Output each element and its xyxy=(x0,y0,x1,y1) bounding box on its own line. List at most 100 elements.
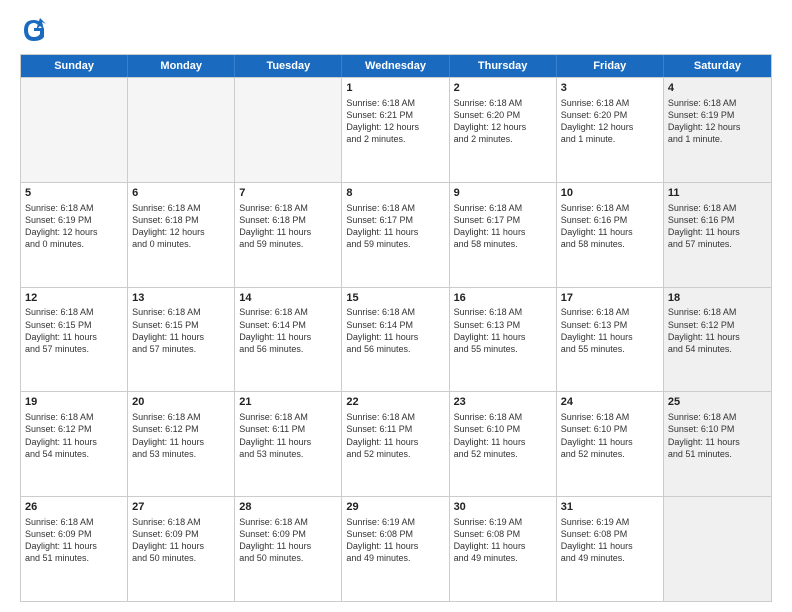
day-info-line: and 1 minute. xyxy=(561,133,659,145)
day-info-line: Daylight: 11 hours xyxy=(454,436,552,448)
day-number: 23 xyxy=(454,395,552,410)
day-info-line: Daylight: 11 hours xyxy=(346,540,444,552)
cal-cell-28: 28Sunrise: 6:18 AMSunset: 6:09 PMDayligh… xyxy=(235,497,342,601)
day-number: 28 xyxy=(239,500,337,515)
cal-header-saturday: Saturday xyxy=(664,55,771,77)
day-info-line: Sunset: 6:09 PM xyxy=(239,528,337,540)
day-number: 24 xyxy=(561,395,659,410)
day-info-line: Sunrise: 6:18 AM xyxy=(668,202,767,214)
day-info-line: Sunset: 6:15 PM xyxy=(132,319,230,331)
day-info-line: Sunset: 6:10 PM xyxy=(668,423,767,435)
day-info-line: Daylight: 11 hours xyxy=(239,540,337,552)
day-number: 27 xyxy=(132,500,230,515)
day-info-line: Sunset: 6:12 PM xyxy=(25,423,123,435)
day-info-line: and 0 minutes. xyxy=(25,238,123,250)
day-info-line: and 55 minutes. xyxy=(454,343,552,355)
day-number: 30 xyxy=(454,500,552,515)
day-info-line: Sunrise: 6:18 AM xyxy=(132,516,230,528)
day-info-line: and 59 minutes. xyxy=(239,238,337,250)
day-info-line: and 57 minutes. xyxy=(668,238,767,250)
day-info-line: Sunset: 6:17 PM xyxy=(346,214,444,226)
day-number: 7 xyxy=(239,186,337,201)
day-info-line: Sunset: 6:20 PM xyxy=(454,109,552,121)
day-info-line: and 58 minutes. xyxy=(561,238,659,250)
day-info-line: Daylight: 11 hours xyxy=(132,436,230,448)
cal-cell-2: 2Sunrise: 6:18 AMSunset: 6:20 PMDaylight… xyxy=(450,78,557,182)
cal-cell-21: 21Sunrise: 6:18 AMSunset: 6:11 PMDayligh… xyxy=(235,392,342,496)
day-info-line: Sunset: 6:18 PM xyxy=(132,214,230,226)
cal-cell-20: 20Sunrise: 6:18 AMSunset: 6:12 PMDayligh… xyxy=(128,392,235,496)
cal-cell-13: 13Sunrise: 6:18 AMSunset: 6:15 PMDayligh… xyxy=(128,288,235,392)
day-number: 16 xyxy=(454,291,552,306)
day-info-line: Sunrise: 6:18 AM xyxy=(668,411,767,423)
day-info-line: and 49 minutes. xyxy=(561,552,659,564)
day-number: 12 xyxy=(25,291,123,306)
day-info-line: Sunrise: 6:18 AM xyxy=(346,306,444,318)
day-info-line: Sunset: 6:08 PM xyxy=(454,528,552,540)
cal-row-1: 5 Sunrise: 6:18 AM Sunset: 6:19 PM Daylight… xyxy=(21,182,771,287)
day-info-line: Sunset: 6:18 PM xyxy=(239,214,337,226)
day-info-line: Daylight: 12 hours xyxy=(132,226,230,238)
day-info-line: Sunset: 6:13 PM xyxy=(561,319,659,331)
day-info-line: Sunrise: 6:18 AM xyxy=(132,306,230,318)
day-number: 6 xyxy=(132,186,230,201)
calendar: SundayMondayTuesdayWednesdayThursdayFrid… xyxy=(20,54,772,602)
day-info-line: Sunrise: 6:18 AM xyxy=(25,411,123,423)
day-info-line: Daylight: 11 hours xyxy=(454,331,552,343)
day-info-line: Daylight: 11 hours xyxy=(668,331,767,343)
day-info-line: Daylight: 11 hours xyxy=(239,436,337,448)
cal-header-friday: Friday xyxy=(557,55,664,77)
day-number: 25 xyxy=(668,395,767,410)
cal-cell-empty-0-0 xyxy=(21,78,128,182)
cal-header-wednesday: Wednesday xyxy=(342,55,449,77)
day-info-line: Sunrise: 6:18 AM xyxy=(561,202,659,214)
day-info-line: Sunset: 6:17 PM xyxy=(454,214,552,226)
day-info-line: Daylight: 11 hours xyxy=(454,226,552,238)
day-info-line: and 52 minutes. xyxy=(561,448,659,460)
day-info-line: Sunrise: 6:18 AM xyxy=(346,97,444,109)
cal-header-tuesday: Tuesday xyxy=(235,55,342,77)
cal-header-monday: Monday xyxy=(128,55,235,77)
day-info-line: Sunset: 6:09 PM xyxy=(132,528,230,540)
cal-cell-23: 23Sunrise: 6:18 AMSunset: 6:10 PMDayligh… xyxy=(450,392,557,496)
cal-cell-empty-4-6 xyxy=(664,497,771,601)
day-info-line: Sunrise: 6:18 AM xyxy=(346,202,444,214)
day-info-line: Sunset: 6:19 PM xyxy=(25,214,123,226)
day-info-line: Daylight: 11 hours xyxy=(132,540,230,552)
day-number: 15 xyxy=(346,291,444,306)
day-info-line: Sunrise: 6:18 AM xyxy=(561,411,659,423)
day-info-line: Sunrise: 6:18 AM xyxy=(25,516,123,528)
page: SundayMondayTuesdayWednesdayThursdayFrid… xyxy=(0,0,792,612)
day-info-line: Sunset: 6:11 PM xyxy=(239,423,337,435)
day-info-line: Daylight: 11 hours xyxy=(454,540,552,552)
day-number: 14 xyxy=(239,291,337,306)
day-info-line: Sunset: 6:11 PM xyxy=(346,423,444,435)
calendar-header-row: SundayMondayTuesdayWednesdayThursdayFrid… xyxy=(21,55,771,77)
day-number: 5 xyxy=(25,186,123,201)
day-number: 3 xyxy=(561,81,659,96)
cal-cell-12: 12Sunrise: 6:18 AMSunset: 6:15 PMDayligh… xyxy=(21,288,128,392)
day-info-line: Sunrise: 6:18 AM xyxy=(668,97,767,109)
day-info-line: Daylight: 11 hours xyxy=(239,331,337,343)
day-number: 17 xyxy=(561,291,659,306)
day-info-line: Daylight: 12 hours xyxy=(668,121,767,133)
cal-cell-5: 5Sunrise: 6:18 AMSunset: 6:19 PMDaylight… xyxy=(21,183,128,287)
day-info-line: Daylight: 11 hours xyxy=(132,331,230,343)
cal-cell-17: 17Sunrise: 6:18 AMSunset: 6:13 PMDayligh… xyxy=(557,288,664,392)
header xyxy=(20,16,772,44)
day-info-line: and 52 minutes. xyxy=(346,448,444,460)
day-info-line: Sunrise: 6:19 AM xyxy=(561,516,659,528)
day-number: 2 xyxy=(454,81,552,96)
day-number: 9 xyxy=(454,186,552,201)
day-info-line: Sunset: 6:10 PM xyxy=(454,423,552,435)
cal-row-3: 19Sunrise: 6:18 AMSunset: 6:12 PMDayligh… xyxy=(21,391,771,496)
day-number: 13 xyxy=(132,291,230,306)
day-info-line: Sunrise: 6:18 AM xyxy=(454,411,552,423)
calendar-body: 1Sunrise: 6:18 AMSunset: 6:21 PMDaylight… xyxy=(21,77,771,601)
day-number: 26 xyxy=(25,500,123,515)
day-info-line: and 51 minutes. xyxy=(668,448,767,460)
day-info-line: and 56 minutes. xyxy=(346,343,444,355)
cal-cell-9: 9Sunrise: 6:18 AMSunset: 6:17 PMDaylight… xyxy=(450,183,557,287)
cal-row-2: 12Sunrise: 6:18 AMSunset: 6:15 PMDayligh… xyxy=(21,287,771,392)
cal-cell-29: 29Sunrise: 6:19 AMSunset: 6:08 PMDayligh… xyxy=(342,497,449,601)
